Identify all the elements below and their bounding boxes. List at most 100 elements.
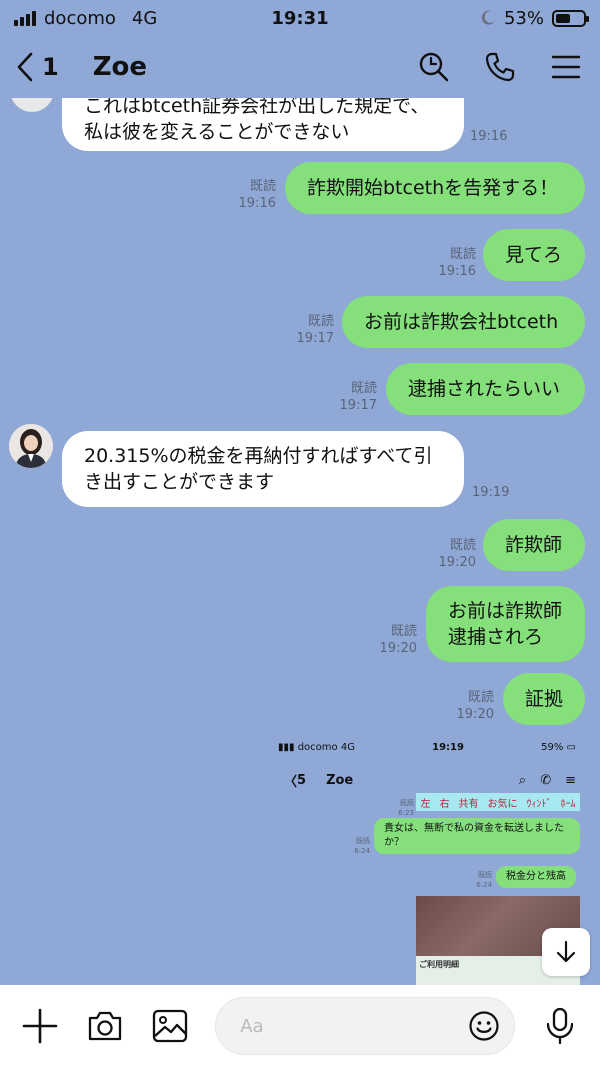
message-time: 19:16: [238, 196, 276, 211]
screenshot-read-receipt: 既読: [400, 799, 414, 807]
outgoing-message[interactable]: お前は詐欺会社btceth: [342, 296, 585, 348]
message-meta: 既読 19:16: [236, 178, 276, 212]
chevron-left-icon: [17, 52, 33, 82]
chat-header: 1 Zoe: [0, 36, 600, 98]
screenshot-message-time: 6:23: [398, 809, 414, 817]
screenshot-read-receipt: 既読: [478, 871, 492, 879]
unread-count: 1: [42, 53, 59, 81]
message-time: 19:17: [339, 398, 377, 413]
screenshot-message-meta: 既読 6:23: [386, 798, 414, 818]
screenshot-carrier-group: ▮▮▮ docomo 4G: [278, 742, 355, 753]
message-meta: 既読 19:20: [377, 623, 417, 657]
screenshot-toolbar-strip: 左 右 共有 お気に ｳｨﾝﾄﾞ ﾎｰﾑ: [416, 793, 580, 811]
battery-fill: [556, 13, 570, 23]
screenshot-search-icon: ⌕: [518, 772, 527, 788]
message-time: 19:16: [470, 129, 508, 144]
screenshot-network: 4G: [340, 742, 355, 753]
message-time: 19:19: [472, 485, 510, 500]
screenshot-message-meta: 既読 6:24: [342, 836, 370, 856]
screenshot-menu-icon: ≡: [565, 772, 576, 788]
screenshot-strip-label: 左: [420, 798, 431, 810]
message-time: 19:20: [456, 707, 494, 722]
outgoing-message[interactable]: 逮捕されたらいい: [386, 363, 585, 415]
voice-button[interactable]: [541, 1006, 580, 1046]
message-time: 19:20: [438, 555, 476, 570]
status-bar: docomo 4G 19:31 53%: [0, 0, 600, 36]
message-text-line: 20.315%の税金を再納付すればすべて引: [84, 445, 433, 467]
screenshot-message-time: 6:24: [354, 847, 370, 855]
screenshot-time: 19:19: [432, 742, 464, 753]
status-left: docomo 4G: [14, 8, 157, 29]
message-time: 19:17: [296, 331, 334, 346]
screenshot-strip-label: お気に: [487, 798, 518, 810]
signal-icon: [14, 10, 36, 26]
outgoing-message[interactable]: 詐欺開始btcethを告発する！: [285, 162, 585, 214]
screenshot-message-line: 貴女は、無断で私の資金を転送しました: [384, 823, 564, 834]
screenshot-read-receipt: 既読: [356, 837, 370, 845]
screenshot-strip-label: ﾎｰﾑ: [560, 798, 576, 810]
read-receipt: 既読: [307, 314, 334, 329]
message-meta: 既読 19:20: [454, 689, 494, 723]
message-meta: 既読 19:17: [337, 380, 377, 414]
read-receipt: 既読: [449, 247, 476, 262]
read-receipt: 既読: [467, 690, 494, 705]
screenshot-signal-icon: ▮▮▮: [278, 742, 295, 753]
camera-button[interactable]: [85, 1006, 124, 1046]
message-text-line: き出すことができます: [84, 471, 275, 493]
phone-icon: [485, 52, 515, 82]
screenshot-battery-group: 59% ▭: [541, 742, 576, 753]
message-input-bar: Aa: [0, 985, 600, 1067]
add-button[interactable]: [20, 1006, 59, 1046]
emoji-icon[interactable]: [468, 1010, 500, 1042]
message-text-line: 私は彼を変えることができない: [84, 121, 350, 143]
message-text-line: お前は詐欺師: [448, 600, 563, 622]
plus-icon: [22, 1008, 57, 1044]
read-receipt: 既読: [350, 381, 377, 396]
screenshot-photo-caption: ご利用明細: [419, 960, 459, 969]
screenshot-strip-label: ｳｨﾝﾄﾞ: [526, 798, 552, 810]
read-receipt: 既読: [249, 179, 276, 194]
screenshot-strip-label: 共有: [458, 798, 479, 810]
screenshot-strip-label: 右: [439, 798, 450, 810]
microphone-icon: [547, 1007, 574, 1045]
screenshot-back-count: 5: [297, 772, 307, 788]
menu-button[interactable]: [548, 49, 584, 85]
call-button[interactable]: [482, 49, 518, 85]
image-icon: [152, 1009, 187, 1043]
moon-icon: [481, 10, 495, 25]
battery-percent: 53%: [503, 7, 544, 29]
scroll-to-bottom-button[interactable]: [542, 928, 590, 976]
message-text-line: 逮捕されろ: [448, 626, 544, 648]
screenshot-nav: 〈 5 Zoe ⌕ ✆ ≡: [284, 768, 576, 792]
image-button[interactable]: [150, 1006, 189, 1046]
chat-area[interactable]: これはbtceth証券会社が出した規定で、 私は彼を変えることができない 19:…: [0, 0, 600, 985]
screenshot-title: Zoe: [326, 772, 354, 788]
search-icon: [419, 52, 449, 82]
message-meta: 既読 19:16: [436, 246, 476, 280]
back-button[interactable]: 1: [16, 52, 59, 82]
outgoing-message[interactable]: お前は詐欺師 逮捕されろ: [426, 586, 585, 662]
outgoing-message[interactable]: 証拠: [503, 673, 585, 725]
hamburger-menu-icon: [551, 55, 581, 79]
search-button[interactable]: [416, 49, 452, 85]
screenshot-message-line: か？: [384, 837, 404, 848]
screenshot-battery-icon: ▭: [566, 742, 576, 753]
battery-icon: [552, 9, 589, 27]
chat-title[interactable]: Zoe: [93, 52, 147, 82]
message-time: 19:16: [438, 264, 476, 279]
carrier-name: docomo: [44, 7, 116, 29]
status-right: 53%: [480, 7, 589, 29]
outgoing-message[interactable]: 詐欺師: [483, 519, 585, 571]
screenshot-status-bar: ▮▮▮ docomo 4G 19:19 59% ▭: [278, 742, 584, 753]
network-type: 4G: [131, 7, 158, 29]
message-meta: 既読 19:17: [294, 313, 334, 347]
screenshot-outgoing-message: 貴女は、無断で私の資金を転送しました か？: [374, 818, 580, 854]
avatar[interactable]: [9, 424, 53, 468]
incoming-message[interactable]: 20.315%の税金を再納付すればすべて引 き出すことができます: [62, 431, 464, 507]
screenshot-outgoing-message: 税金分と残高: [496, 866, 576, 888]
message-input[interactable]: Aa: [215, 997, 515, 1055]
screenshot-battery: 59%: [541, 742, 564, 753]
screenshot-image-message[interactable]: ▮▮▮ docomo 4G 19:19 59% ▭ 〈 5 Zoe ⌕ ✆ ≡ …: [276, 736, 584, 985]
message-meta: 既読 19:20: [436, 537, 476, 571]
outgoing-message[interactable]: 見てろ: [483, 229, 585, 281]
